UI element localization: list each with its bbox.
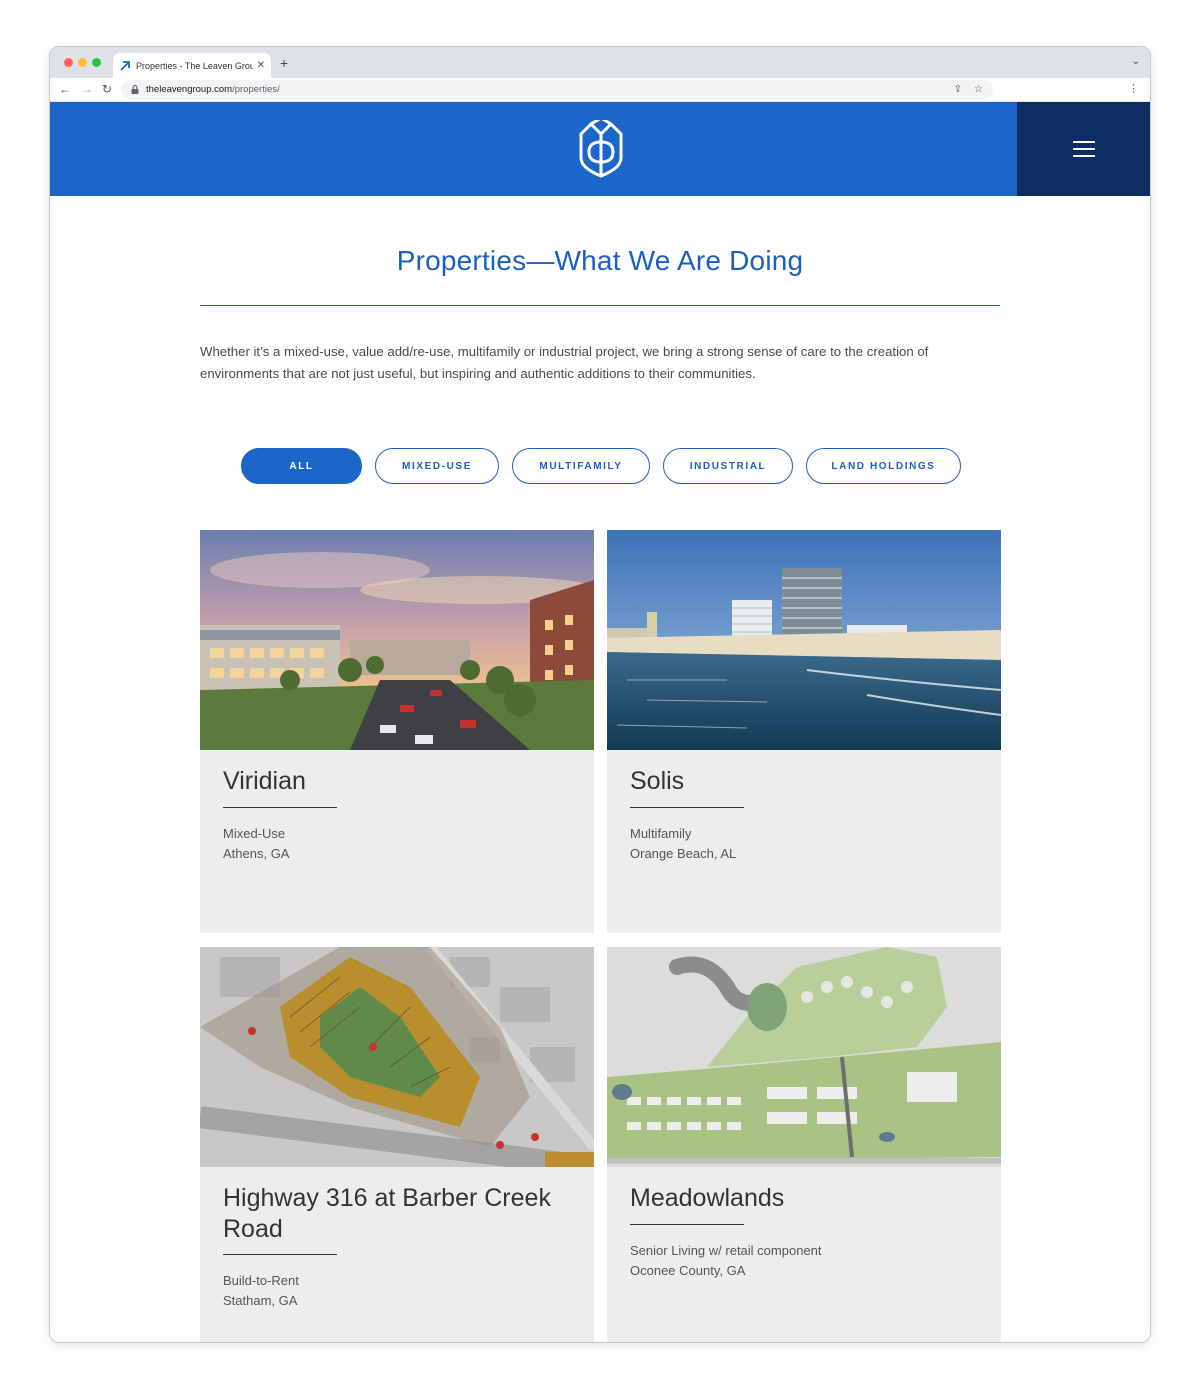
property-name[interactable]: Solis	[630, 766, 970, 797]
property-name[interactable]: Highway 316 at Barber Creek Road	[223, 1183, 563, 1245]
property-name-line-2: Road	[223, 1215, 283, 1243]
property-name[interactable]: Meadowlands	[630, 1183, 970, 1214]
property-type: Senior Living w/ retail component	[630, 1243, 822, 1258]
site-header	[50, 102, 1150, 196]
browser-tab-bar: Properties - The Leaven Group ✕ + ⌄	[50, 47, 1150, 78]
forward-arrow-icon[interactable]: →	[81, 82, 93, 96]
title-divider	[200, 305, 1000, 306]
url-host: theleavengroup.com	[146, 84, 233, 95]
property-card-meadowlands[interactable]: Meadowlands Senior Living w/ retail comp…	[607, 947, 1001, 1342]
lock-icon	[131, 85, 139, 94]
browser-window: Properties - The Leaven Group ✕ + ⌄ ← → …	[49, 46, 1151, 1343]
category-filters: ALL MIXED-USE MULTIFAMILY INDUSTRIAL LAN…	[241, 448, 974, 484]
filter-mixed-use-button[interactable]: MIXED-USE	[375, 448, 499, 484]
browser-toolbar: ← → ↻ theleavengroup.com/properties/ ⇪ ☆…	[50, 78, 1150, 102]
intro-line-1: Whether it’s a mixed-use, value add/re-u…	[200, 344, 929, 359]
intro-text: Whether it’s a mixed-use, value add/re-u…	[200, 341, 980, 385]
back-arrow-icon[interactable]: ←	[59, 82, 71, 96]
property-card-highway-316[interactable]: Highway 316 at Barber Creek Road Build-t…	[200, 947, 594, 1342]
filter-all-button[interactable]: ALL	[241, 448, 362, 484]
tab-close-icon[interactable]: ✕	[257, 60, 265, 71]
intro-line-2: environments that are not just useful, b…	[200, 366, 756, 381]
reload-icon[interactable]: ↻	[102, 82, 112, 96]
property-name-divider	[630, 807, 744, 808]
tab-title: Properties - The Leaven Group	[136, 60, 253, 71]
property-name-divider	[630, 1224, 744, 1225]
property-location: Athens, GA	[223, 846, 290, 861]
address-bar[interactable]: theleavengroup.com/properties/ ⇪ ☆	[121, 80, 993, 99]
property-location: Orange Beach, AL	[630, 846, 737, 861]
hamburger-menu-icon	[1072, 141, 1095, 157]
url-path: /properties/	[232, 84, 280, 95]
share-icon[interactable]: ⇪	[954, 84, 962, 95]
filter-multifamily-button[interactable]: MULTIFAMILY	[512, 448, 650, 484]
chevron-down-icon[interactable]: ⌄	[1132, 56, 1140, 67]
bookmark-star-icon[interactable]: ☆	[974, 84, 983, 95]
property-name-divider	[223, 1254, 337, 1255]
leaven-group-logo-icon[interactable]	[577, 120, 625, 178]
property-card-viridian[interactable]: Viridian Mixed-Use Athens, GA	[200, 530, 594, 933]
property-location: Oconee County, GA	[630, 1263, 746, 1278]
property-type: Multifamily	[630, 826, 692, 841]
property-card-solis[interactable]: Solis Multifamily Orange Beach, AL	[607, 530, 1001, 933]
new-tab-icon[interactable]: +	[280, 55, 288, 71]
menu-button[interactable]	[1017, 102, 1150, 196]
close-window-button[interactable]	[64, 58, 73, 67]
property-image-viridian[interactable]	[200, 530, 594, 750]
property-image-meadowlands[interactable]	[607, 947, 1001, 1167]
minimize-window-button[interactable]	[78, 58, 87, 67]
page-title: Properties—What We Are Doing	[396, 245, 804, 276]
maximize-window-button[interactable]	[92, 58, 101, 67]
property-type: Build-to-Rent	[223, 1273, 299, 1288]
more-options-icon[interactable]: ⋮	[1128, 82, 1139, 95]
property-name-divider	[223, 807, 337, 808]
property-name[interactable]: Viridian	[223, 766, 563, 797]
filter-industrial-button[interactable]: INDUSTRIAL	[663, 448, 793, 484]
property-type: Mixed-Use	[223, 826, 286, 841]
property-location: Statham, GA	[223, 1293, 298, 1308]
property-image-highway-316[interactable]	[200, 947, 594, 1167]
filter-land-holdings-button[interactable]: LAND HOLDINGS	[806, 448, 961, 484]
property-image-solis[interactable]	[607, 530, 1001, 750]
arrow-favicon-icon	[120, 60, 130, 71]
browser-tab[interactable]: Properties - The Leaven Group ✕	[113, 53, 271, 78]
property-name-line-1: Highway 316 at Barber Creek	[223, 1184, 551, 1212]
